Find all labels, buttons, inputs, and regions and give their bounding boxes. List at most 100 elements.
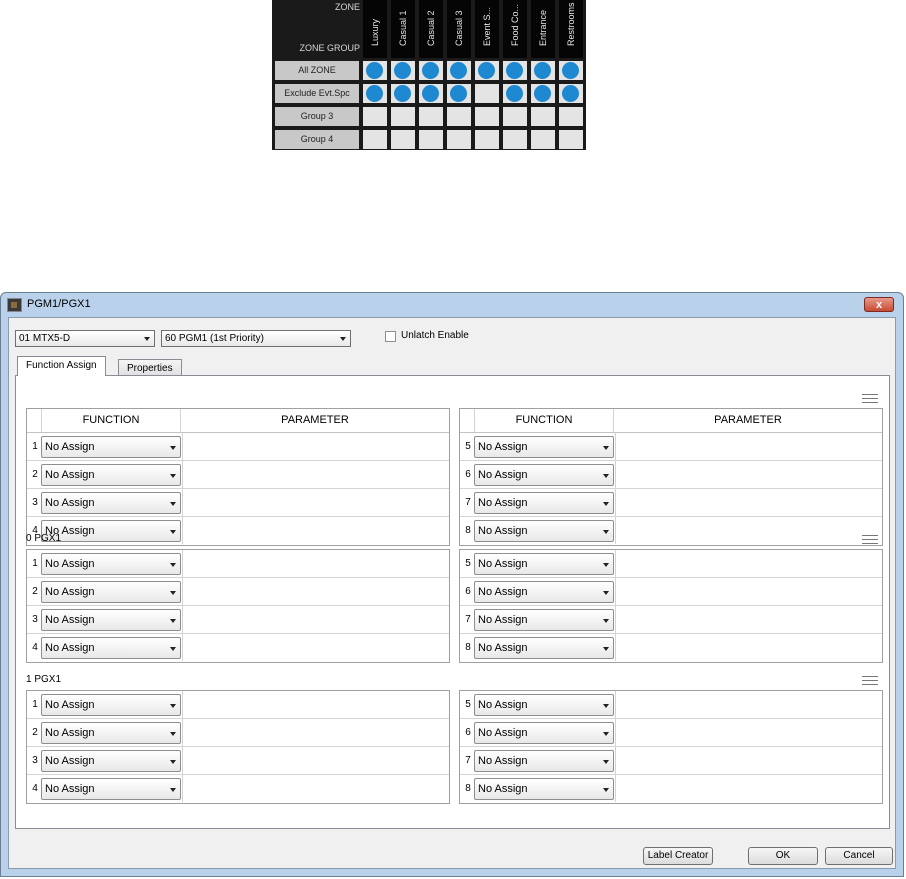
zone-assign-cell[interactable] [503, 130, 527, 149]
parameter-cell[interactable] [182, 550, 449, 577]
parameter-cell[interactable] [182, 433, 449, 460]
parameter-cell[interactable] [182, 578, 449, 605]
hamburger-menu-icon[interactable] [862, 676, 878, 685]
zone-assign-cell[interactable] [419, 61, 443, 80]
function-select[interactable]: No Assign [41, 778, 181, 800]
row-number: 2 [32, 586, 38, 597]
function-select[interactable]: No Assign [41, 464, 181, 486]
parameter-cell[interactable] [615, 747, 882, 774]
zone-assign-cell[interactable] [559, 84, 583, 103]
parameter-cell[interactable] [182, 461, 449, 488]
zone-assign-cell[interactable] [391, 84, 415, 103]
input-select[interactable]: 60 PGM1 (1st Priority) [161, 330, 351, 347]
parameter-cell[interactable] [615, 578, 882, 605]
zone-assign-cell[interactable] [475, 61, 499, 80]
function-select[interactable]: No Assign [474, 436, 614, 458]
assigned-dot-icon [394, 62, 411, 79]
zone-assign-cell[interactable] [503, 84, 527, 103]
parameter-cell[interactable] [615, 606, 882, 633]
unlatch-enable-checkbox[interactable] [385, 331, 396, 342]
zone-assign-cell[interactable] [419, 84, 443, 103]
parameter-cell[interactable] [182, 634, 449, 661]
function-select[interactable]: No Assign [41, 750, 181, 772]
function-select[interactable]: No Assign [41, 637, 181, 659]
cancel-button[interactable]: Cancel [825, 847, 893, 865]
function-select[interactable]: No Assign [41, 553, 181, 575]
ok-button[interactable]: OK [748, 847, 818, 865]
zone-assign-cell[interactable] [559, 61, 583, 80]
function-select[interactable]: No Assign [41, 609, 181, 631]
parameter-cell[interactable] [615, 517, 882, 544]
parameter-cell[interactable] [615, 461, 882, 488]
zone-assign-cell[interactable] [447, 61, 471, 80]
zone-assign-cell[interactable] [447, 130, 471, 149]
function-select[interactable]: No Assign [41, 520, 181, 542]
zone-assign-cell[interactable] [531, 130, 555, 149]
parameter-cell[interactable] [615, 775, 882, 802]
parameter-cell[interactable] [182, 719, 449, 746]
function-select[interactable]: No Assign [41, 581, 181, 603]
zone-assign-cell[interactable] [447, 84, 471, 103]
parameter-cell[interactable] [182, 489, 449, 516]
function-row: 1 No Assign [27, 550, 449, 578]
function-select-value: No Assign [478, 497, 528, 509]
zone-assign-cell[interactable] [503, 61, 527, 80]
zone-assign-cell[interactable] [391, 107, 415, 126]
close-button[interactable]: x [864, 297, 894, 312]
parameter-cell[interactable] [182, 747, 449, 774]
parameter-cell[interactable] [615, 691, 882, 718]
zone-assign-cell[interactable] [531, 84, 555, 103]
function-select[interactable]: No Assign [474, 581, 614, 603]
function-select[interactable]: No Assign [474, 492, 614, 514]
function-select[interactable]: No Assign [474, 609, 614, 631]
zone-assign-cell[interactable] [559, 130, 583, 149]
zone-assign-cell[interactable] [391, 61, 415, 80]
zone-assign-cell[interactable] [391, 130, 415, 149]
zone-assign-cell[interactable] [503, 107, 527, 126]
function-select[interactable]: No Assign [41, 436, 181, 458]
zone-assign-cell[interactable] [419, 107, 443, 126]
function-select[interactable]: No Assign [474, 553, 614, 575]
parameter-cell[interactable] [615, 550, 882, 577]
zone-assign-cell[interactable] [475, 130, 499, 149]
zone-assign-cell[interactable] [363, 130, 387, 149]
zone-assign-cell[interactable] [559, 107, 583, 126]
function-select[interactable]: No Assign [474, 750, 614, 772]
chevron-down-icon [170, 760, 176, 764]
zone-assign-cell[interactable] [475, 84, 499, 103]
function-select[interactable]: No Assign [474, 722, 614, 744]
parameter-cell[interactable] [615, 489, 882, 516]
function-select[interactable]: No Assign [474, 694, 614, 716]
parameter-cell[interactable] [615, 433, 882, 460]
function-select[interactable]: No Assign [474, 520, 614, 542]
hamburger-menu-icon[interactable] [862, 394, 878, 403]
hamburger-menu-icon[interactable] [862, 535, 878, 544]
function-select[interactable]: No Assign [474, 464, 614, 486]
zone-assign-cell[interactable] [531, 61, 555, 80]
function-select[interactable]: No Assign [474, 778, 614, 800]
zone-assign-cell[interactable] [363, 84, 387, 103]
label-creator-button[interactable]: Label Creator [643, 847, 713, 865]
zone-assign-cell[interactable] [363, 107, 387, 126]
function-select[interactable]: No Assign [41, 722, 181, 744]
parameter-cell[interactable] [182, 775, 449, 802]
zone-assign-cell[interactable] [475, 107, 499, 126]
parameter-cell[interactable] [182, 517, 449, 544]
device-select[interactable]: 01 MTX5-D [15, 330, 155, 347]
zone-header: Luxury [363, 0, 387, 58]
tab-function-assign[interactable]: Function Assign [17, 356, 106, 376]
zone-assign-cell[interactable] [447, 107, 471, 126]
row-number: 8 [465, 642, 471, 653]
parameter-cell[interactable] [182, 691, 449, 718]
unlatch-enable-label[interactable]: Unlatch Enable [401, 330, 469, 341]
function-select[interactable]: No Assign [41, 492, 181, 514]
parameter-cell[interactable] [615, 634, 882, 661]
title-bar[interactable]: PGM1/PGX1 x [1, 293, 903, 317]
zone-assign-cell[interactable] [531, 107, 555, 126]
function-select[interactable]: No Assign [474, 637, 614, 659]
parameter-cell[interactable] [182, 606, 449, 633]
zone-assign-cell[interactable] [363, 61, 387, 80]
function-select[interactable]: No Assign [41, 694, 181, 716]
zone-assign-cell[interactable] [419, 130, 443, 149]
parameter-cell[interactable] [615, 719, 882, 746]
